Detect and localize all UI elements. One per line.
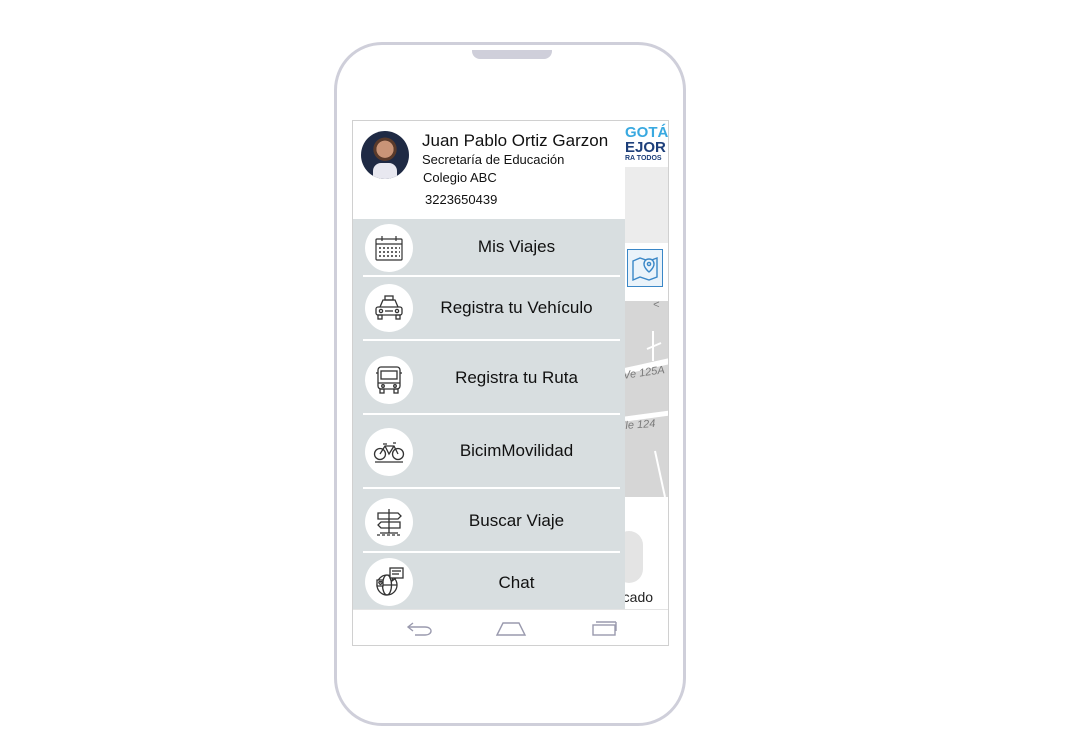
bogota-logo: GOTÁ EJOR RA TODOS <box>625 124 669 162</box>
car-icon <box>365 284 413 332</box>
profile-school: Colegio ABC <box>423 170 497 185</box>
calendar-icon <box>365 224 413 272</box>
logo-line-1: GOTÁ <box>625 124 669 141</box>
back-icon[interactable] <box>403 618 435 638</box>
map-view[interactable]: Ve 125A lle 124 < <box>625 301 668 497</box>
menu-item-bicimovilidad[interactable]: BicimMovilidad <box>363 415 620 489</box>
navigation-drawer: Juan Pablo Ortiz Garzon Secretaría de Ed… <box>353 121 625 609</box>
background-panel <box>625 167 668 243</box>
menu-item-buscar-viaje[interactable]: Buscar Viaje <box>363 489 620 553</box>
menu-item-mis-viajes[interactable]: Mis Viajes <box>363 219 620 277</box>
chat-globe-icon <box>365 558 413 606</box>
menu-item-registra-vehiculo[interactable]: Registra tu Vehículo <box>363 277 620 341</box>
profile-phone: 3223650439 <box>425 192 498 207</box>
menu-item-label: BicimMovilidad <box>459 441 574 460</box>
menu-item-label: Registra tu Ruta <box>455 368 578 387</box>
menu-item-label: Registra tu Vehículo <box>440 298 593 317</box>
bicycle-icon <box>365 428 413 476</box>
map-roads <box>625 331 668 497</box>
system-nav-bar <box>353 609 668 645</box>
menu-item-chat[interactable]: Chat <box>363 553 620 609</box>
street-label: lle 124 <box>625 417 656 433</box>
street-label: < <box>653 301 660 311</box>
profile-role: Secretaría de Educación <box>422 152 565 167</box>
profile-header[interactable]: Juan Pablo Ortiz Garzon Secretaría de Ed… <box>353 121 625 219</box>
menu-item-label: Buscar Viaje <box>468 511 565 530</box>
home-icon[interactable] <box>495 618 527 638</box>
menu-item-label: Chat <box>498 573 535 592</box>
phone-screen: GOTÁ EJOR RA TODOS Ve 125A lle 124 < rca… <box>352 120 669 646</box>
map-button[interactable] <box>627 249 663 287</box>
map-pin-icon <box>632 256 658 282</box>
logo-line-2: EJOR <box>625 139 666 156</box>
logo-line-3: RA TODOS <box>625 155 662 162</box>
bus-icon <box>365 356 413 404</box>
phone-speaker <box>472 50 552 59</box>
signpost-icon <box>365 498 413 546</box>
menu-item-label: Mis Viajes <box>477 237 556 256</box>
menu-item-registra-ruta[interactable]: Registra tu Ruta <box>363 341 620 415</box>
recents-icon[interactable] <box>588 618 620 638</box>
profile-name: Juan Pablo Ortiz Garzon <box>422 131 609 150</box>
drawer-menu: Mis Viajes Registra tu Vehículo Registra… <box>353 219 625 609</box>
avatar[interactable] <box>361 131 409 179</box>
